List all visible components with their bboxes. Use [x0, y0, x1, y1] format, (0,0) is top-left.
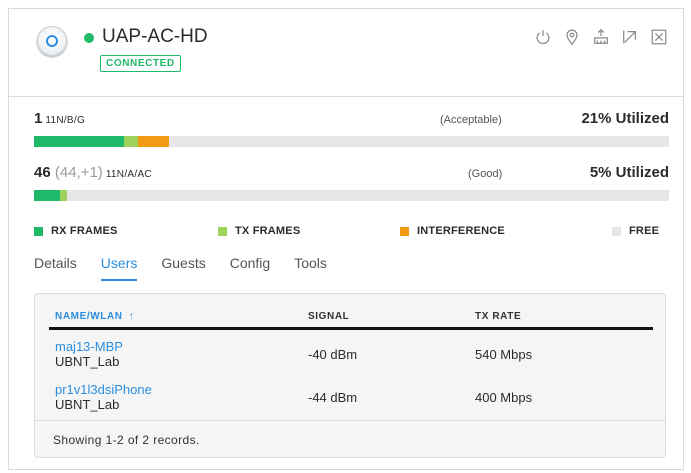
legend-free: FREE — [612, 225, 659, 237]
client-tx-rate: 540 Mbps — [475, 347, 533, 362]
tx-swatch — [218, 226, 227, 236]
device-panel: UAP-AC-HD CONNECTED 1 11N/B/G (Acceptable… — [8, 8, 684, 470]
status-dot — [84, 33, 94, 43]
device-name: UAP-AC-HD — [102, 26, 208, 47]
legend-tx: TX FRAMES — [218, 225, 300, 237]
legend-label: TX FRAMES — [235, 225, 301, 237]
tx-segment — [123, 136, 138, 147]
record-count: Showing 1-2 of 2 records. — [53, 433, 200, 447]
client-hostname-link[interactable]: pr1v1l3dsiPhone — [55, 382, 152, 397]
radio-quality: (Good) — [468, 168, 503, 180]
legend-label: INTERFERENCE — [417, 225, 505, 237]
rx-segment — [34, 190, 61, 201]
tx-segment — [60, 190, 68, 201]
access-point-icon — [37, 26, 67, 56]
users-table: NAME/WLAN ↑ SIGNAL TX RATE maj13-MBP UBNT… — [34, 293, 666, 458]
client-signal: -40 dBm — [308, 347, 358, 362]
radio-2g: 1 11N/B/G (Acceptable) 21% Utilized — [34, 110, 669, 147]
column-header-name[interactable]: NAME/WLAN ↑ — [55, 311, 134, 322]
rx-segment — [34, 136, 124, 147]
client-hostname-link[interactable]: maj13-MBP — [55, 339, 123, 354]
column-header-tx-rate[interactable]: TX RATE — [475, 311, 521, 322]
radio-5g: 46 (44,+1) 11N/A/AC (Good) 5% Utilized — [34, 164, 669, 201]
detail-tabs: Details Users Guests Config Tools — [34, 255, 351, 281]
free-swatch — [612, 226, 621, 236]
network-uplink-icon[interactable] — [591, 27, 611, 47]
radio-channel-detail: (44,+1) — [50, 164, 103, 181]
locate-pin-icon[interactable] — [562, 27, 582, 47]
header-divider — [49, 327, 653, 330]
client-signal: -44 dBm — [308, 390, 358, 405]
client-wlan: UBNT_Lab — [55, 354, 120, 369]
interference-swatch — [400, 226, 409, 236]
header-actions — [533, 27, 669, 47]
radio-quality: (Acceptable) — [440, 114, 502, 126]
tab-config[interactable]: Config — [230, 255, 270, 281]
client-tx-rate: 400 Mbps — [475, 390, 533, 405]
utilization-legend: RX FRAMES TX FRAMES INTERFERENCE FREE — [34, 225, 669, 239]
legend-interference: INTERFERENCE — [400, 225, 505, 237]
radio-channel: 46 — [34, 164, 51, 181]
interference-segment — [137, 136, 170, 147]
tab-details[interactable]: Details — [34, 255, 77, 281]
open-external-icon[interactable] — [620, 27, 640, 47]
rx-swatch — [34, 226, 43, 236]
tab-tools[interactable]: Tools — [294, 255, 327, 281]
column-header-signal[interactable]: SIGNAL — [308, 311, 349, 322]
utilization-bar — [34, 190, 669, 201]
tab-guests[interactable]: Guests — [161, 255, 205, 281]
table-row: maj13-MBP UBNT_Lab -40 dBm 540 Mbps — [35, 339, 665, 377]
tab-users[interactable]: Users — [100, 255, 138, 281]
radio-channel: 1 — [34, 110, 43, 127]
client-wlan: UBNT_Lab — [55, 397, 120, 412]
utilization-bar — [34, 136, 669, 147]
legend-label: RX FRAMES — [51, 225, 118, 237]
radio-utilization: 5% Utilized — [589, 164, 669, 181]
table-row: pr1v1l3dsiPhone UBNT_Lab -44 dBm 400 Mbp… — [35, 382, 665, 420]
sort-ascending-icon: ↑ — [128, 311, 135, 322]
power-icon[interactable] — [533, 27, 553, 47]
status-badge: CONNECTED — [100, 55, 181, 72]
legend-label: FREE — [629, 225, 660, 237]
radio-utilization: 21% Utilized — [581, 110, 669, 127]
close-icon[interactable] — [649, 27, 669, 47]
radio-mode: 11N/B/G — [45, 115, 86, 126]
radio-mode: 11N/A/AC — [105, 169, 152, 180]
table-footer: Showing 1-2 of 2 records. — [35, 420, 665, 447]
device-header: UAP-AC-HD CONNECTED — [9, 9, 683, 97]
legend-rx: RX FRAMES — [34, 225, 118, 237]
